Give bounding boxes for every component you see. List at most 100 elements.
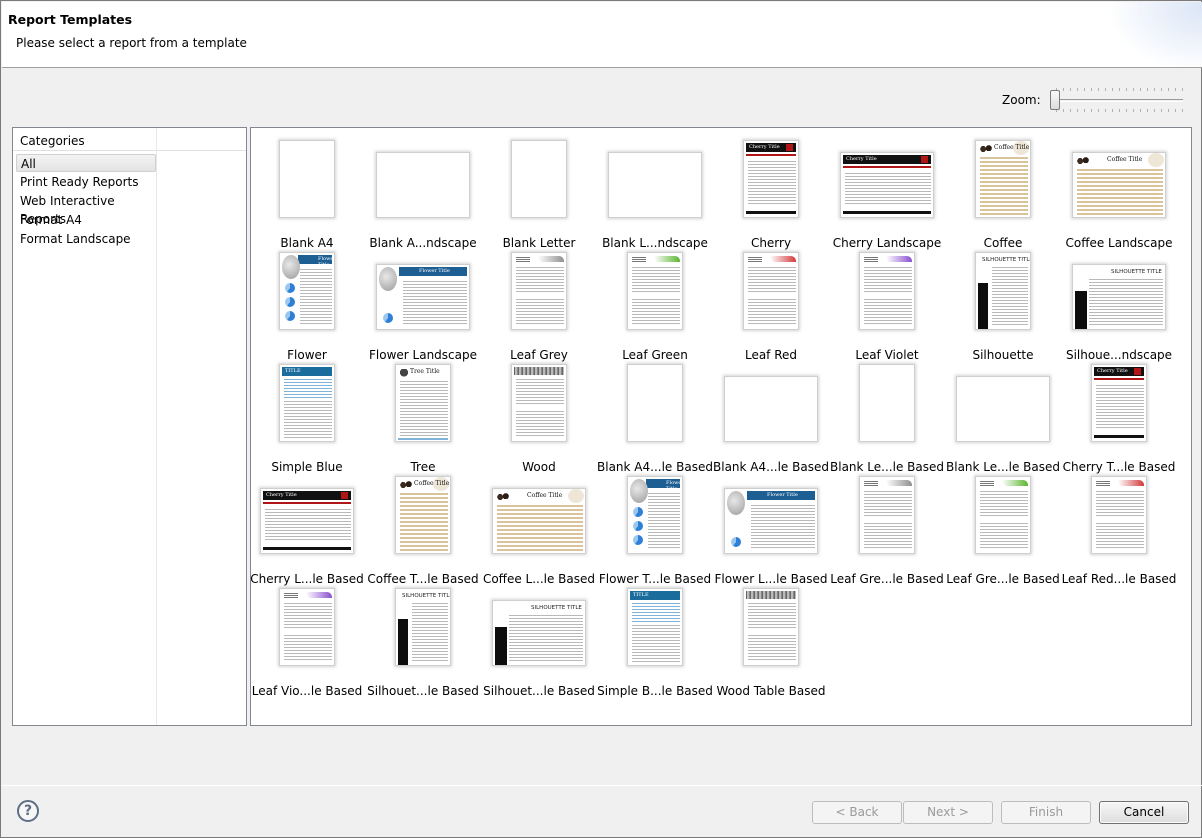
- template-tile-coffee-landscape-7[interactable]: Coffee Title Coffee Landscape: [1061, 138, 1177, 250]
- zoom-tick: [1140, 109, 1141, 112]
- zoom-tick: [1112, 109, 1113, 112]
- template-tile-leaf-gre-le-based-30[interactable]: Leaf Gre...le Based: [945, 474, 1061, 586]
- template-label: Blank A...ndscape: [369, 236, 477, 250]
- template-tile-simple-b-le-based-35[interactable]: TITLE Simple B...le Based: [597, 586, 713, 698]
- zoom-tick: [1098, 88, 1099, 91]
- zoom-tick: [1154, 88, 1155, 91]
- template-tile-silhouet-le-based-33[interactable]: SILHOUETTE TITLE Silhouet...le Based: [365, 586, 481, 698]
- zoom-slider-thumb[interactable]: [1050, 90, 1060, 110]
- zoom-tick: [1168, 109, 1169, 112]
- zoom-tick: [1077, 88, 1078, 91]
- template-tile-coffee-t-le-based-25[interactable]: Coffee Title Coffee T...le Based: [365, 474, 481, 586]
- template-tile-blank-le-le-based-21[interactable]: Blank Le...le Based: [829, 362, 945, 474]
- template-tile-leaf-violet-13[interactable]: Leaf Violet: [829, 250, 945, 362]
- template-thumbnail: Cherry Title: [840, 152, 934, 218]
- template-label: Leaf Gre...le Based: [946, 572, 1060, 586]
- zoom-tick: [1105, 109, 1106, 112]
- template-tile-blank-l-ndscape-3[interactable]: Blank L...ndscape: [597, 138, 713, 250]
- template-tile-tree-17[interactable]: Tree Title Tree: [365, 362, 481, 474]
- template-tile-leaf-gre-le-based-29[interactable]: Leaf Gre...le Based: [829, 474, 945, 586]
- template-thumbnail: TITLE: [627, 588, 683, 666]
- template-tile-coffee-6[interactable]: Coffee Title Coffee: [945, 138, 1061, 250]
- column-divider: [156, 128, 157, 725]
- template-thumbnail: [627, 364, 683, 442]
- category-item-format-landscape[interactable]: Format Landscape: [16, 230, 156, 248]
- template-tile-blank-a4-0[interactable]: Blank A4: [249, 138, 365, 250]
- template-tile-flower-8[interactable]: Flower Title Flower: [249, 250, 365, 362]
- template-tile-cherry-t-le-based-23[interactable]: Cherry Title Cherry T...le Based: [1061, 362, 1177, 474]
- template-thumbnail: SILHOUETTE TITLE: [492, 600, 586, 666]
- zoom-tick: [1154, 109, 1155, 112]
- template-thumbnail: [627, 252, 683, 330]
- template-tile-blank-a4-le-based-20[interactable]: Blank A4...le Based: [713, 362, 829, 474]
- template-thumbnail: Coffee Title: [1072, 152, 1166, 218]
- template-tile-flower-t-le-based-27[interactable]: Flower Title Flower T...le Based: [597, 474, 713, 586]
- template-tile-silhoue-ndscape-15[interactable]: SILHOUETTE TITLE Silhoue...ndscape: [1061, 250, 1177, 362]
- zoom-tick: [1070, 109, 1071, 112]
- zoom-tick: [1119, 88, 1120, 91]
- template-thumbnail: [975, 476, 1031, 554]
- finish-button[interactable]: Finish: [1001, 801, 1091, 824]
- template-tile-cherry-4[interactable]: Cherry Title Cherry: [713, 138, 829, 250]
- template-thumbnail: SILHOUETTE TITLE: [975, 252, 1031, 330]
- template-thumbnail: Flower Title: [376, 264, 470, 330]
- category-item-all[interactable]: All: [16, 154, 156, 172]
- zoom-tick: [1119, 109, 1120, 112]
- dialog-subtitle: Please select a report from a template: [16, 36, 247, 50]
- template-tile-leaf-vio-le-based-32[interactable]: Leaf Vio...le Based: [249, 586, 365, 698]
- template-tile-leaf-grey-10[interactable]: Leaf Grey: [481, 250, 597, 362]
- template-thumbnail: Cherry Title: [260, 488, 354, 554]
- back-button[interactable]: < Back: [812, 801, 902, 824]
- zoom-tick: [1182, 109, 1183, 112]
- category-item-web-interactive-reports[interactable]: Web Interactive Reports: [16, 192, 156, 226]
- template-tile-coffee-l-le-based-26[interactable]: Coffee Title Coffee L...le Based: [481, 474, 597, 586]
- template-label: Flower T...le Based: [598, 572, 712, 586]
- zoom-tick: [1140, 88, 1141, 91]
- template-label: Blank A4: [280, 236, 334, 250]
- template-thumbnail: [511, 364, 567, 442]
- template-tile-leaf-green-11[interactable]: Leaf Green: [597, 250, 713, 362]
- template-tile-simple-blue-16[interactable]: TITLE Simple Blue: [249, 362, 365, 474]
- template-tile-silhouet-le-based-34[interactable]: SILHOUETTE TITLE Silhouet...le Based: [481, 586, 597, 698]
- template-thumbnail: Tree Title: [395, 364, 451, 442]
- zoom-label: Zoom:: [1002, 93, 1041, 107]
- zoom-tick: [1098, 109, 1099, 112]
- zoom-tick: [1133, 88, 1134, 91]
- template-tile-wood-table-based-36[interactable]: Wood Table Based: [713, 586, 829, 698]
- template-tile-leaf-red-le-based-31[interactable]: Leaf Red...le Based: [1061, 474, 1177, 586]
- template-tile-leaf-red-12[interactable]: Leaf Red: [713, 250, 829, 362]
- template-tile-blank-a4-le-based-19[interactable]: Blank A4...le Based: [597, 362, 713, 474]
- categories-header-label: Categories: [20, 134, 85, 148]
- template-tile-cherry-landscape-5[interactable]: Cherry Title Cherry Landscape: [829, 138, 945, 250]
- template-tile-blank-a-ndscape-1[interactable]: Blank A...ndscape: [365, 138, 481, 250]
- template-label: Coffee: [983, 236, 1023, 250]
- category-item-print-ready-reports[interactable]: Print Ready Reports: [16, 173, 156, 191]
- template-tile-flower-l-le-based-28[interactable]: Flower Title Flower L...le Based: [713, 474, 829, 586]
- template-tile-cherry-l-le-based-24[interactable]: Cherry Title Cherry L...le Based: [249, 474, 365, 586]
- template-thumbnail: Coffee Title: [975, 140, 1031, 218]
- template-tile-silhouette-14[interactable]: SILHOUETTE TITLE Silhouette: [945, 250, 1061, 362]
- help-icon[interactable]: ?: [17, 800, 39, 822]
- template-thumbnail: [279, 588, 335, 666]
- zoom-tick: [1063, 88, 1064, 91]
- template-tile-blank-le-le-based-22[interactable]: Blank Le...le Based: [945, 362, 1061, 474]
- template-tile-wood-18[interactable]: Wood: [481, 362, 597, 474]
- zoom-tick: [1070, 88, 1071, 91]
- zoom-slider-track[interactable]: [1053, 99, 1183, 102]
- template-label: Blank Letter: [502, 236, 576, 250]
- next-button[interactable]: Next >: [903, 801, 993, 824]
- template-gallery: Blank A4 Blank A...ndscape Blank Letter Bla…: [250, 127, 1192, 726]
- template-label: Cherry L...le Based: [250, 572, 364, 586]
- template-tile-blank-letter-2[interactable]: Blank Letter: [481, 138, 597, 250]
- template-tile-flower-landscape-9[interactable]: Flower Title Flower Landscape: [365, 250, 481, 362]
- cancel-button[interactable]: Cancel: [1099, 801, 1189, 824]
- zoom-tick: [1126, 88, 1127, 91]
- zoom-tick: [1091, 109, 1092, 112]
- template-label: Tree: [410, 460, 436, 474]
- header-banner-graphic: [1112, 2, 1202, 67]
- template-thumbnail: [376, 152, 470, 218]
- zoom-tick: [1063, 109, 1064, 112]
- category-item-format-a4[interactable]: Format A4: [16, 211, 156, 229]
- footer-separator: [2, 785, 1202, 786]
- template-thumbnail: Coffee Title: [492, 488, 586, 554]
